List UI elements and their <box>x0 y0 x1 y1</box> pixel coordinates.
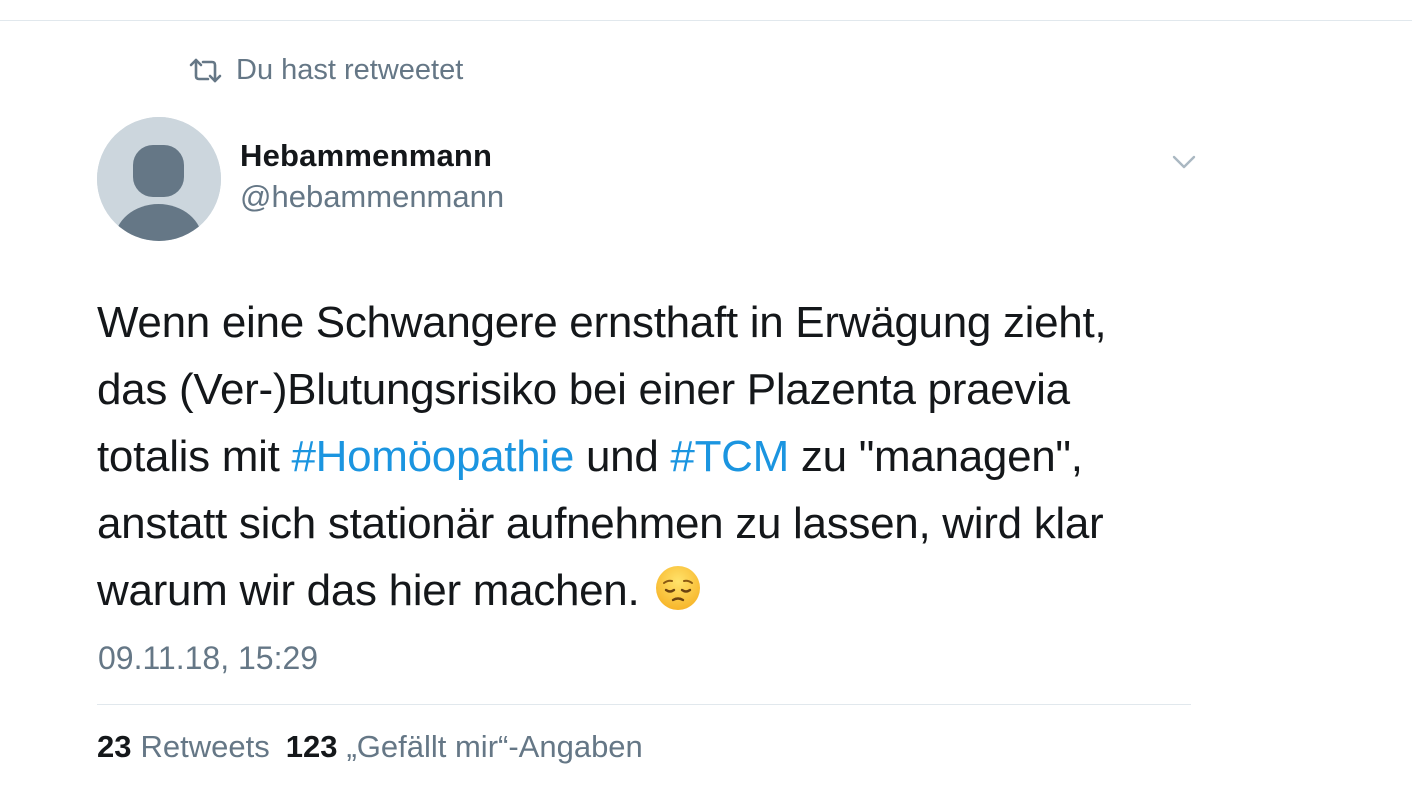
pensive-face-emoji <box>655 565 701 611</box>
likes-count: 123 <box>285 729 338 764</box>
author-handle[interactable]: @hebammenmann <box>240 179 504 215</box>
stats-divider <box>97 704 1191 705</box>
tweet-line: Wenn eine Schwangere ernsthaft in Erwägu… <box>97 289 1207 356</box>
likes-stat[interactable]: 123 „Gefällt mir“-Angaben <box>286 729 643 765</box>
tweet-text-segment: zu "managen", <box>789 432 1083 481</box>
likes-label: „Gefällt mir“-Angaben <box>346 729 643 764</box>
tweet-stats: 23 Retweets 123 „Gefällt mir“-Angaben <box>97 729 659 765</box>
retweets-stat[interactable]: 23 Retweets <box>97 729 270 765</box>
tweet-line: warum wir das hier machen. <box>97 557 1207 624</box>
author-display-name[interactable]: Hebammenmann <box>240 138 492 174</box>
tweet-line: totalis mit #Homöopathie und #TCM zu "ma… <box>97 423 1207 490</box>
hashtag-link-tcm[interactable]: #TCM <box>670 432 789 481</box>
avatar[interactable] <box>97 117 221 241</box>
tweet-text: Wenn eine Schwangere ernsthaft in Erwägu… <box>97 289 1207 624</box>
tweet-text-segment: Wenn eine Schwangere ernsthaft in Erwägu… <box>97 298 1107 347</box>
tweet-line: das (Ver-)Blutungsrisiko bei einer Plaze… <box>97 356 1207 423</box>
tweet-text-segment: totalis mit <box>97 432 292 481</box>
tweet-text-segment: und <box>574 432 671 481</box>
retweet-icon <box>189 58 222 83</box>
retweets-count: 23 <box>97 729 132 764</box>
tweet-text-segment: das (Ver-)Blutungsrisiko bei einer Plaze… <box>97 365 1070 414</box>
hashtag-link-homoeopathie[interactable]: #Homöopathie <box>291 432 574 481</box>
retweets-label: Retweets <box>140 729 270 764</box>
tweet-text-segment: warum wir das hier machen. <box>97 566 640 615</box>
tweet-timestamp[interactable]: 09.11.18, 15:29 <box>98 640 318 677</box>
tweet-text-segment: anstatt sich stationär aufnehmen zu lass… <box>97 499 1104 548</box>
top-divider <box>0 20 1412 21</box>
chevron-down-icon <box>1168 150 1200 176</box>
retweet-context-label: Du hast retweetet <box>236 53 464 86</box>
retweet-context: Du hast retweetet <box>189 52 463 88</box>
tweet-line: anstatt sich stationär aufnehmen zu lass… <box>97 490 1207 557</box>
tweet-menu-button[interactable] <box>1168 150 1200 176</box>
